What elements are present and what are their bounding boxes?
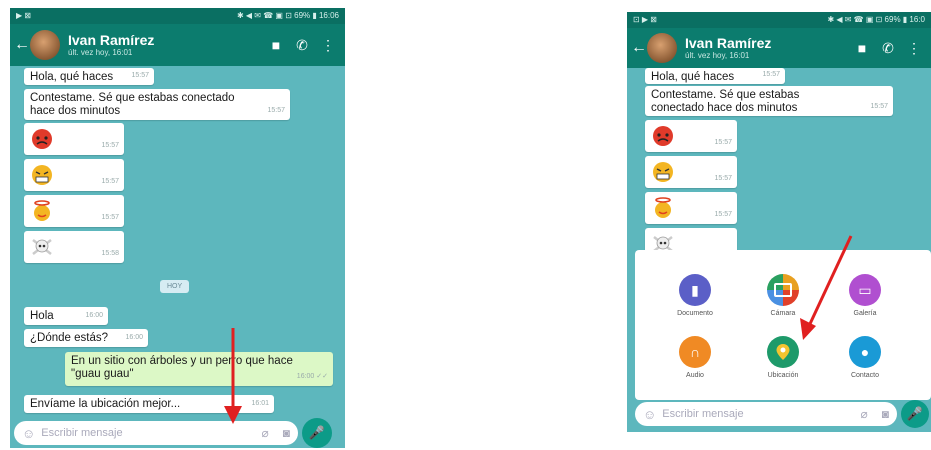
message-time: 15:57 <box>870 103 888 110</box>
message-input-bar[interactable]: ☺ Escribir mensaje ⌀ ◙ <box>635 402 897 426</box>
grimacing-face-icon <box>32 165 52 185</box>
message-time: 15:57 <box>101 142 119 149</box>
attach-label: Documento <box>677 310 713 317</box>
status-bar: ⊡ ▶ ⊠ ✱ ◀ ✉ ☎ ▣ ⊡ 69% ▮ 16:0 <box>627 12 931 28</box>
map-pin-icon <box>767 336 799 368</box>
chat-header: ← Ivan Ramírez últ. vez hoy, 16:01 ■ ✆ ⋮ <box>10 24 345 66</box>
message-time: 15:57 <box>101 178 119 185</box>
status-left: ▶ ⊠ <box>16 11 32 20</box>
angel-face-icon <box>655 197 671 218</box>
message-text: Contestame. Sé que estabas conectado hac… <box>651 89 800 114</box>
status-right: ✱ ◀ ✉ ☎ ▣ ⊡ 69% ▮ 16:0 <box>827 15 925 24</box>
back-arrow-icon[interactable]: ← <box>14 36 30 54</box>
chat-header: ← Ivan Ramírez últ. vez hoy, 16:01 ■ ✆ ⋮ <box>627 28 931 68</box>
emoji-message[interactable]: 15:58 <box>24 231 124 263</box>
emoji-message[interactable]: 15:57 <box>645 120 737 152</box>
attach-document[interactable]: ▮ Documento <box>665 274 725 317</box>
message-time: 15:57 <box>267 107 285 114</box>
message-text: Hola, qué haces <box>651 71 735 83</box>
headphones-icon: ∩ <box>679 336 711 368</box>
message-time: 15:57 <box>714 139 732 146</box>
message-text: Contestame. Sé que estabas conectado hac… <box>30 92 235 117</box>
emoji-message[interactable]: 15:57 <box>24 195 124 227</box>
last-seen: últ. vez hoy, 16:01 <box>685 51 750 60</box>
back-arrow-icon[interactable]: ← <box>631 39 647 57</box>
status-bar: ▶ ⊠ ✱ ◀ ✉ ☎ ▣ ⊡ 69% ▮ 16:06 <box>10 8 345 24</box>
message-bubble[interactable]: Hola, qué haces 15:57 <box>24 68 154 85</box>
date-chip: HOY <box>160 280 190 293</box>
message-input[interactable]: Escribir mensaje <box>41 427 261 439</box>
attach-label: Contacto <box>850 372 880 379</box>
message-time: 15:57 <box>714 211 732 218</box>
angry-face-icon <box>32 129 52 149</box>
grimacing-face-icon <box>653 162 673 182</box>
message-time: 16:00 <box>85 312 103 319</box>
avatar[interactable] <box>647 33 677 63</box>
message-time: 15:58 <box>101 250 119 257</box>
message-time: 15:57 <box>101 214 119 221</box>
video-call-icon[interactable]: ■ <box>263 37 289 53</box>
message-time: 16:00 <box>125 334 143 341</box>
chat-screen-attach-menu: ⊡ ▶ ⊠ ✱ ◀ ✉ ☎ ▣ ⊡ 69% ▮ 16:0 ← Ivan Ramí… <box>627 12 931 432</box>
last-seen: últ. vez hoy, 16:01 <box>68 48 133 57</box>
message-text: ¿Dónde estás? <box>30 332 108 344</box>
emoji-message[interactable]: 15:57 <box>24 159 124 191</box>
contact-name: Ivan Ramírez <box>685 35 772 51</box>
message-bubble[interactable]: Contestame. Sé que estabas conectado hac… <box>24 89 290 120</box>
more-menu-icon[interactable]: ⋮ <box>901 40 927 57</box>
message-bubble[interactable]: Contestame. Sé que estabas conectado hac… <box>645 86 893 116</box>
status-left: ⊡ ▶ ⊠ <box>633 15 658 24</box>
camera-icon[interactable]: ◙ <box>283 426 290 440</box>
message-bubble[interactable]: Hola 16:00 <box>24 307 108 325</box>
message-text: Envíame la ubicación mejor... <box>30 398 181 410</box>
angry-face-icon <box>653 126 673 146</box>
camera-icon <box>767 274 799 306</box>
message-time: 15:57 <box>762 71 780 78</box>
contact-name: Ivan Ramírez <box>68 32 155 48</box>
contact-info[interactable]: Ivan Ramírez últ. vez hoy, 16:01 <box>685 35 849 61</box>
message-time: 16:01 <box>251 400 269 407</box>
attach-icon[interactable]: ⌀ <box>262 426 269 440</box>
more-menu-icon[interactable]: ⋮ <box>315 37 341 54</box>
attach-audio[interactable]: ∩ Audio <box>665 336 725 379</box>
mic-button[interactable]: 🎤 <box>302 418 332 448</box>
message-text: Hola, qué haces <box>30 71 114 83</box>
red-arrow-annotation <box>800 235 853 340</box>
attach-icon[interactable]: ⌀ <box>861 407 868 421</box>
document-icon: ▮ <box>679 274 711 306</box>
message-time: 15:57 <box>714 175 732 182</box>
message-bubble[interactable]: Hola, qué haces 15:57 <box>645 68 785 84</box>
avatar[interactable] <box>30 30 60 60</box>
attach-label: Audio <box>686 372 704 379</box>
phone-call-icon[interactable]: ✆ <box>289 37 315 54</box>
emoji-message[interactable]: 15:57 <box>645 156 737 188</box>
phone-call-icon[interactable]: ✆ <box>875 40 901 57</box>
message-input-bar[interactable]: ☺ Escribir mensaje ⌀ ◙ <box>14 421 298 445</box>
attachment-menu: ▮ Documento Cámara ▭ Galería ∩ Audio Ubi… <box>635 250 931 400</box>
message-text: Hola <box>30 310 54 322</box>
emoji-icon[interactable]: ☺ <box>643 407 656 422</box>
message-time: 16:00 ✓✓ <box>296 373 328 380</box>
message-bubble-outgoing[interactable]: En un sitio con árboles y un perro que h… <box>65 352 333 386</box>
emoji-message[interactable]: 15:57 <box>645 192 737 224</box>
message-bubble[interactable]: ¿Dónde estás? 16:00 <box>24 329 148 347</box>
emoji-icon[interactable]: ☺ <box>22 426 35 441</box>
emoji-message[interactable]: 15:57 <box>24 123 124 155</box>
chat-screen-before: ▶ ⊠ ✱ ◀ ✉ ☎ ▣ ⊡ 69% ▮ 16:06 ← Ivan Ramír… <box>10 8 345 448</box>
message-text: En un sitio con árboles y un perro que h… <box>71 355 293 380</box>
video-call-icon[interactable]: ■ <box>849 40 875 56</box>
attach-label: Ubicación <box>767 372 799 379</box>
message-input[interactable]: Escribir mensaje <box>662 408 860 420</box>
camera-icon[interactable]: ◙ <box>882 407 889 421</box>
contact-info[interactable]: Ivan Ramírez últ. vez hoy, 16:01 <box>68 32 263 58</box>
skull-crossbones-icon <box>32 239 52 255</box>
angel-face-icon <box>34 200 50 221</box>
status-right: ✱ ◀ ✉ ☎ ▣ ⊡ 69% ▮ 16:06 <box>237 11 339 20</box>
message-time: 15:57 <box>131 72 149 79</box>
red-arrow-annotation <box>224 328 242 424</box>
mic-button[interactable]: 🎤 <box>901 400 929 428</box>
